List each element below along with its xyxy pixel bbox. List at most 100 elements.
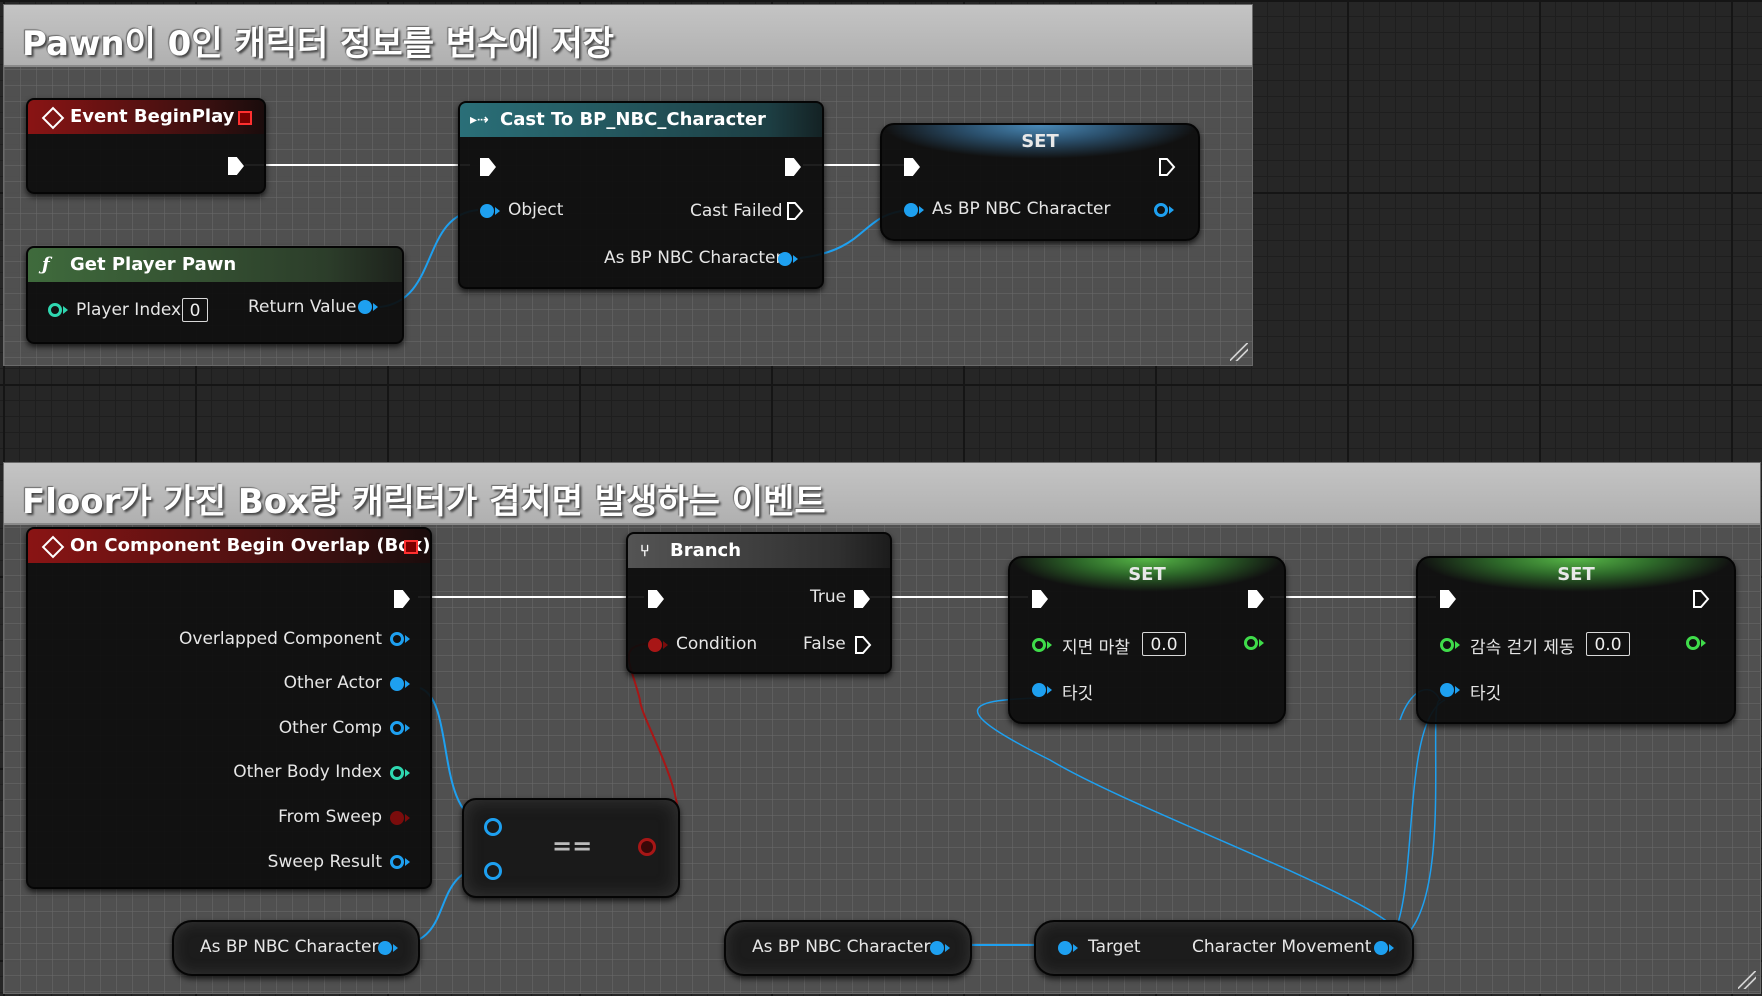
target-pin[interactable] [1032, 683, 1046, 697]
false-exec-pin[interactable] [854, 635, 872, 655]
comment-title-top: Pawn이 0인 캐릭터 정보를 변수에 저장 [22, 24, 615, 64]
equals-input-a-pin[interactable] [484, 818, 502, 836]
node-header[interactable]: On Component Begin Overlap (Box) [28, 529, 430, 563]
value-out-pin[interactable] [1686, 636, 1700, 650]
equals-symbol: == [552, 832, 593, 860]
delegate-stop-icon[interactable] [238, 111, 252, 125]
variable-getter-node[interactable]: As BP NBC Character [724, 920, 972, 976]
output-label: Other Comp [278, 718, 382, 738]
output-label: Character Movement [1192, 937, 1372, 957]
target-pin[interactable] [1058, 941, 1072, 955]
pin-arrow-icon [1389, 944, 1394, 952]
pin-arrow-icon [1047, 641, 1052, 649]
variable-label: As BP NBC Character [200, 937, 379, 957]
player-index-input[interactable]: 0 [182, 298, 208, 322]
from-sweep-pin[interactable] [390, 811, 404, 825]
pin-arrow-icon [495, 207, 500, 215]
node-header[interactable]: ▸⇢ Cast To BP_NBC_Character [460, 103, 822, 137]
other-actor-pin[interactable] [390, 677, 404, 691]
exec-out-pin[interactable] [228, 157, 244, 175]
pin-arrow-icon [405, 858, 410, 866]
character-movement-out-pin[interactable] [1374, 941, 1388, 955]
pin-arrow-icon [405, 635, 410, 643]
resize-grip[interactable] [1738, 971, 1756, 989]
node-title: Get Player Pawn [70, 254, 237, 275]
overlapped-component-pin[interactable] [390, 632, 404, 646]
sweep-result-pin[interactable] [390, 855, 404, 869]
exec-in-pin[interactable] [904, 158, 920, 176]
node-header[interactable]: SET [1418, 558, 1734, 592]
equals-output-pin[interactable] [638, 838, 656, 856]
get-player-pawn-node[interactable]: ƒ Get Player Pawn Player Index 0 Return … [26, 246, 404, 344]
cast-failed-exec-pin[interactable] [786, 201, 804, 221]
value-out-pin[interactable] [1154, 203, 1168, 217]
value-out-pin[interactable] [1244, 636, 1258, 650]
set-ground-friction-node[interactable]: SET 지면 마찰 0.0 타깃 [1008, 556, 1286, 724]
cast-icon: ▸⇢ [470, 112, 489, 128]
pin-arrow-icon [373, 303, 378, 311]
set-braking-decel-node[interactable]: SET 감속 걷기 제동 0.0 타깃 [1416, 556, 1736, 724]
true-label: True [810, 587, 847, 607]
condition-label: Condition [676, 634, 758, 654]
equals-input-b-pin[interactable] [484, 862, 502, 880]
variable-label: As BP NBC Character [752, 937, 931, 957]
character-movement-node[interactable]: Target Character Movement [1034, 920, 1414, 976]
exec-out-pin[interactable] [1248, 590, 1264, 608]
branch-node[interactable]: ⑂ Branch True Condition False [626, 532, 892, 674]
value-in-pin[interactable] [1440, 638, 1454, 652]
player-index-pin[interactable] [48, 303, 62, 317]
node-header[interactable]: Event BeginPlay [28, 100, 264, 134]
equals-node[interactable]: == [462, 798, 680, 898]
cast-failed-label: Cast Failed [690, 201, 783, 221]
event-beginplay-node[interactable]: Event BeginPlay [26, 98, 266, 194]
pin-arrow-icon [1169, 206, 1174, 214]
comment-title-bottom: Floor가 가진 Box랑 캐릭터가 겹치면 발생하는 이벤트 [22, 482, 826, 522]
variable-out-pin[interactable] [930, 941, 944, 955]
exec-in-pin[interactable] [1440, 590, 1456, 608]
node-header[interactable]: SET [882, 125, 1198, 159]
delegate-stop-icon[interactable] [404, 540, 418, 554]
variable-out-pin[interactable] [378, 941, 392, 955]
target-pin[interactable] [1440, 683, 1454, 697]
exec-out-pin[interactable] [785, 158, 801, 176]
output-label: Overlapped Component [179, 629, 382, 649]
node-title: SET [1557, 564, 1595, 585]
object-label: Object [508, 200, 564, 220]
set-character-node[interactable]: SET As BP NBC Character [880, 123, 1200, 241]
pin-arrow-icon [393, 944, 398, 952]
node-header[interactable]: ⑂ Branch [628, 534, 890, 568]
cast-node[interactable]: ▸⇢ Cast To BP_NBC_Character Object Cast … [458, 101, 824, 289]
node-header[interactable]: ƒ Get Player Pawn [28, 248, 402, 282]
return-value-pin[interactable] [358, 300, 372, 314]
pin-arrow-icon [919, 206, 924, 214]
as-character-pin[interactable] [778, 252, 792, 266]
overlap-event-node[interactable]: On Component Begin Overlap (Box) Overlap… [26, 527, 432, 889]
exec-in-pin[interactable] [1032, 590, 1048, 608]
value-in-pin[interactable] [904, 203, 918, 217]
other-body-index-pin[interactable] [390, 766, 404, 780]
other-comp-pin[interactable] [390, 721, 404, 735]
comment-header[interactable]: Pawn이 0인 캐릭터 정보를 변수에 저장 [4, 5, 1252, 67]
event-diamond-icon [41, 535, 65, 559]
output-label: Other Actor [283, 673, 382, 693]
condition-pin[interactable] [648, 638, 662, 652]
exec-out-pin[interactable] [1158, 157, 1176, 177]
true-exec-pin[interactable] [854, 590, 870, 608]
comment-header[interactable]: Floor가 가진 Box랑 캐릭터가 겹치면 발생하는 이벤트 [4, 463, 1760, 525]
pin-arrow-icon [405, 769, 410, 777]
object-pin[interactable] [480, 204, 494, 218]
resize-grip[interactable] [1230, 343, 1248, 361]
variable-getter-node[interactable]: As BP NBC Character [172, 920, 420, 976]
value-in-pin[interactable] [1032, 638, 1046, 652]
pin-arrow-icon [405, 724, 410, 732]
braking-value-input[interactable]: 0.0 [1586, 632, 1630, 656]
exec-in-pin[interactable] [648, 590, 664, 608]
pin-arrow-icon [1073, 944, 1078, 952]
exec-out-pin[interactable] [1692, 589, 1710, 609]
node-title: Cast To BP_NBC_Character [500, 109, 766, 130]
exec-out-pin[interactable] [394, 590, 410, 608]
friction-value-input[interactable]: 0.0 [1142, 632, 1186, 656]
exec-in-pin[interactable] [480, 158, 496, 176]
node-header[interactable]: SET [1010, 558, 1284, 592]
pin-arrow-icon [663, 641, 668, 649]
